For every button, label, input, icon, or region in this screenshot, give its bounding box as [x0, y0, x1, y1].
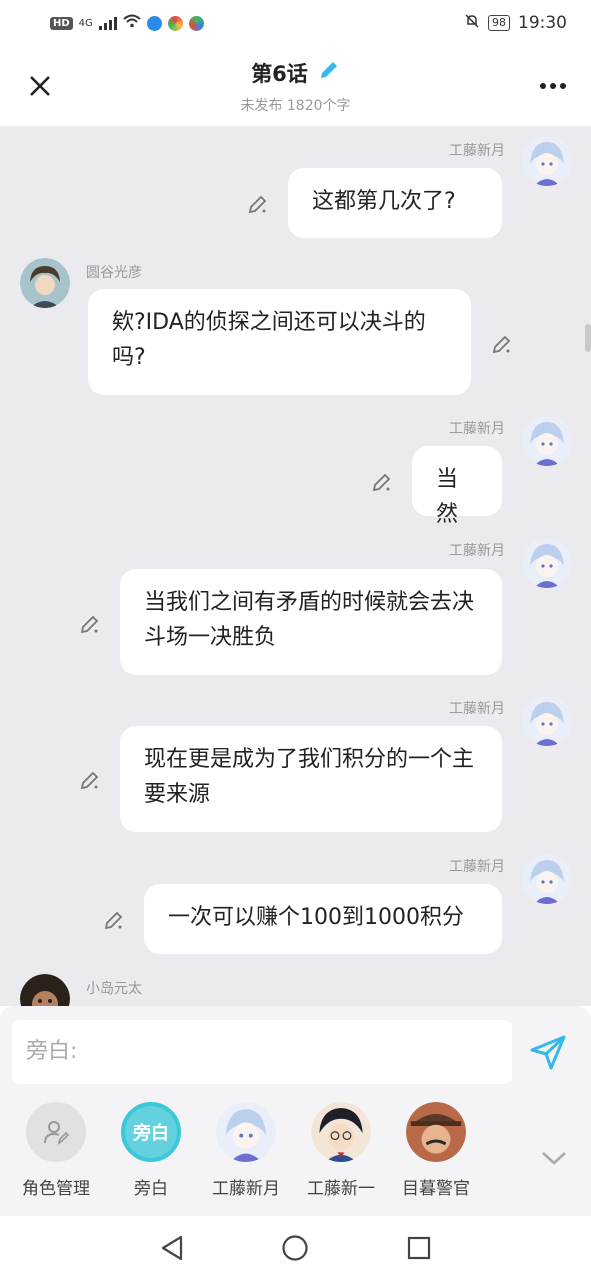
role-label: 工藤新一 [307, 1179, 375, 1199]
message-row: 工藤新月 现在更是成为了我们积分的一个主要来源 [0, 688, 591, 838]
pencil-outline-icon [104, 911, 123, 930]
back-triangle-icon [161, 1235, 182, 1261]
message-bubble[interactable]: 这都第几次了? [288, 168, 502, 238]
narration-input[interactable]: 旁白: [12, 1020, 512, 1084]
message-row: 工藤新月 这都第几次了? [0, 126, 591, 246]
person-edit-icon [26, 1102, 86, 1162]
speaker-name: 工藤新月 [449, 143, 505, 159]
status-bar: HD 4G 98 19:30 [0, 0, 591, 46]
title-block: 第6话 未发布 1820个字 [0, 58, 591, 115]
home-button[interactable] [278, 1231, 312, 1265]
narration-badge: 旁白 [121, 1102, 181, 1162]
role-label: 目暮警官 [402, 1179, 470, 1199]
pencil-outline-icon [492, 335, 511, 354]
message-row: 小岛元太 [0, 974, 591, 1006]
speaker-name: 工藤新月 [449, 543, 505, 559]
recents-square-icon [408, 1236, 431, 1260]
avatar[interactable] [20, 974, 70, 1006]
more-dots-icon [540, 83, 566, 89]
hd-badge: HD [50, 16, 73, 30]
edit-message-button[interactable] [246, 192, 270, 216]
edit-message-button[interactable] [370, 470, 394, 494]
message-row: 圆谷光彦 欸?IDA的侦探之间还可以决斗的吗? [0, 258, 591, 408]
role-character[interactable]: 目暮警官 [390, 1102, 482, 1199]
page-title: 第6话 [251, 62, 308, 86]
pencil-outline-icon [80, 615, 99, 634]
app-notification-icon [167, 15, 183, 31]
more-button[interactable] [539, 72, 567, 92]
role-label: 角色管理 [22, 1179, 90, 1199]
pencil-outline-icon [372, 473, 391, 492]
message-text: 当然 [436, 467, 459, 527]
expand-roles-button[interactable] [541, 1144, 567, 1172]
edit-message-button[interactable] [102, 908, 126, 932]
avatar [406, 1102, 466, 1162]
back-button[interactable] [155, 1231, 189, 1265]
message-bubble[interactable]: 欸?IDA的侦探之间还可以决斗的吗? [88, 289, 471, 395]
system-nav-bar [0, 1216, 591, 1280]
chevron-down-icon [542, 1152, 566, 1165]
wifi-icon [123, 14, 141, 32]
message-bubble[interactable]: 现在更是成为了我们积分的一个主要来源 [120, 726, 502, 832]
role-character[interactable]: 工藤新月 [200, 1102, 292, 1199]
role-label: 旁白 [134, 1179, 168, 1199]
avatar[interactable] [522, 538, 572, 588]
avatar[interactable] [522, 696, 572, 746]
send-icon [530, 1035, 566, 1070]
message-text: 一次可以赚个100到1000积分 [168, 905, 464, 930]
home-circle-icon [282, 1235, 309, 1261]
role-selector: 角色管理 旁白 旁白 工藤新月 工藤新一 目暮警官 [0, 1102, 591, 1202]
role-label: 工藤新月 [212, 1179, 280, 1199]
chat-area[interactable]: 工藤新月 这都第几次了? 圆谷光彦 欸?IDA的侦探之间还可以决斗的吗? 工藤新… [0, 126, 591, 1006]
avatar[interactable] [522, 854, 572, 904]
message-bubble[interactable]: 当我们之间有矛盾的时候就会去决斗场一决胜负 [120, 569, 502, 675]
app-header: 第6话 未发布 1820个字 [0, 46, 591, 126]
time: 19:30 [518, 13, 567, 33]
composer-panel: 旁白: 角色管理 旁白 旁白 工藤新月 工藤新一 目暮警官 [0, 1006, 591, 1216]
network-type: 4G [78, 17, 93, 29]
role-character[interactable]: 工藤新一 [295, 1102, 387, 1199]
mute-bell-icon [464, 13, 480, 34]
message-text: 现在更是成为了我们积分的一个主要来源 [144, 747, 475, 807]
battery-icon: 98 [488, 15, 510, 31]
signal-icon [98, 16, 117, 30]
send-button[interactable] [528, 1032, 568, 1072]
speaker-name: 工藤新月 [449, 421, 505, 437]
message-row: 工藤新月 当我们之间有矛盾的时候就会去决斗场一决胜负 [0, 530, 591, 680]
edit-title-button[interactable] [318, 59, 340, 87]
avatar[interactable] [522, 416, 572, 466]
role-narration[interactable]: 旁白 旁白 [105, 1102, 197, 1199]
role-manage-button[interactable]: 角色管理 [10, 1102, 102, 1199]
avatar[interactable] [522, 136, 572, 186]
message-bubble[interactable]: 一次可以赚个100到1000积分 [144, 884, 502, 954]
app-notification-icon [146, 15, 162, 31]
edit-message-button[interactable] [490, 332, 514, 356]
speaker-name: 小岛元太 [86, 981, 142, 997]
avatar[interactable] [20, 258, 70, 308]
message-row: 工藤新月 一次可以赚个100到1000积分 [0, 846, 591, 966]
message-text: 欸?IDA的侦探之间还可以决斗的吗? [112, 310, 426, 370]
message-text: 当我们之间有矛盾的时候就会去决斗场一决胜负 [144, 590, 475, 650]
avatar [311, 1102, 371, 1162]
speaker-name: 圆谷光彦 [86, 265, 142, 281]
pencil-icon [320, 62, 337, 78]
speaker-name: 工藤新月 [449, 701, 505, 717]
avatar [216, 1102, 276, 1162]
speaker-name: 工藤新月 [449, 859, 505, 875]
chapter-status: 未发布 1820个字 [240, 98, 351, 114]
message-bubble[interactable]: 当然 [412, 446, 502, 527]
edit-message-button[interactable] [78, 768, 102, 792]
pencil-outline-icon [80, 771, 99, 790]
edit-message-button[interactable] [78, 612, 102, 636]
app-notification-icon [188, 15, 204, 31]
message-text: 这都第几次了? [312, 189, 456, 214]
recents-button[interactable] [402, 1231, 436, 1265]
pencil-outline-icon [248, 195, 267, 214]
message-row: 工藤新月 当然 [0, 408, 591, 528]
